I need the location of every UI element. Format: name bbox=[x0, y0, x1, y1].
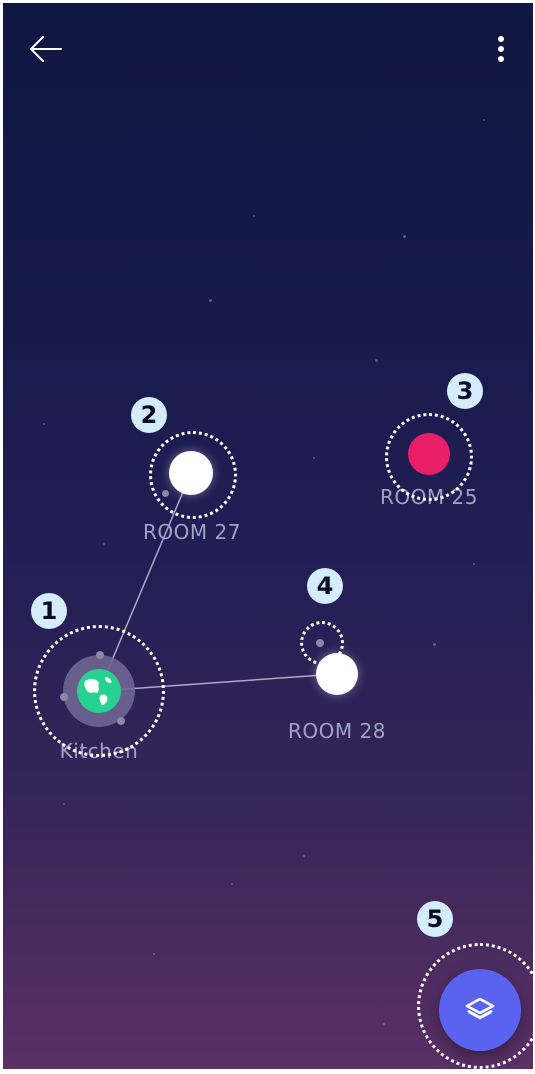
badge-5: 5 bbox=[417, 901, 453, 937]
room-27-node[interactable] bbox=[169, 451, 213, 495]
kitchen-orbit-dot bbox=[117, 717, 125, 725]
more-vertical-icon bbox=[498, 36, 504, 62]
back-button[interactable] bbox=[25, 29, 65, 69]
room-map-screen: Kitchen ROOM 27 ROOM 25 ROOM 28 1 2 3 4 … bbox=[3, 3, 533, 1069]
kitchen-orbit-dot bbox=[60, 693, 68, 701]
room-28-satellite-dot bbox=[316, 639, 324, 647]
globe-icon bbox=[84, 677, 112, 706]
room-25-label: ROOM 25 bbox=[380, 485, 478, 509]
kitchen-orbit-dot bbox=[96, 651, 104, 659]
more-options-button[interactable] bbox=[489, 33, 513, 67]
layers-fab-button[interactable] bbox=[439, 969, 521, 1051]
badge-2: 2 bbox=[131, 397, 167, 433]
kitchen-node[interactable] bbox=[59, 651, 139, 731]
room-27-label: ROOM 27 bbox=[143, 520, 241, 544]
room-28-label: ROOM 28 bbox=[288, 719, 386, 743]
kitchen-globe bbox=[77, 669, 121, 713]
kitchen-label: Kitchen bbox=[59, 739, 139, 763]
room-25-node[interactable] bbox=[408, 433, 450, 475]
badge-4: 4 bbox=[307, 568, 343, 604]
back-arrow-icon bbox=[30, 36, 62, 62]
badge-1: 1 bbox=[31, 593, 67, 629]
layers-icon bbox=[465, 997, 495, 1020]
room-28-node[interactable] bbox=[316, 653, 358, 695]
connection-lines bbox=[98, 472, 338, 692]
badge-3: 3 bbox=[447, 373, 483, 409]
room-27-satellite-dot bbox=[162, 490, 169, 497]
